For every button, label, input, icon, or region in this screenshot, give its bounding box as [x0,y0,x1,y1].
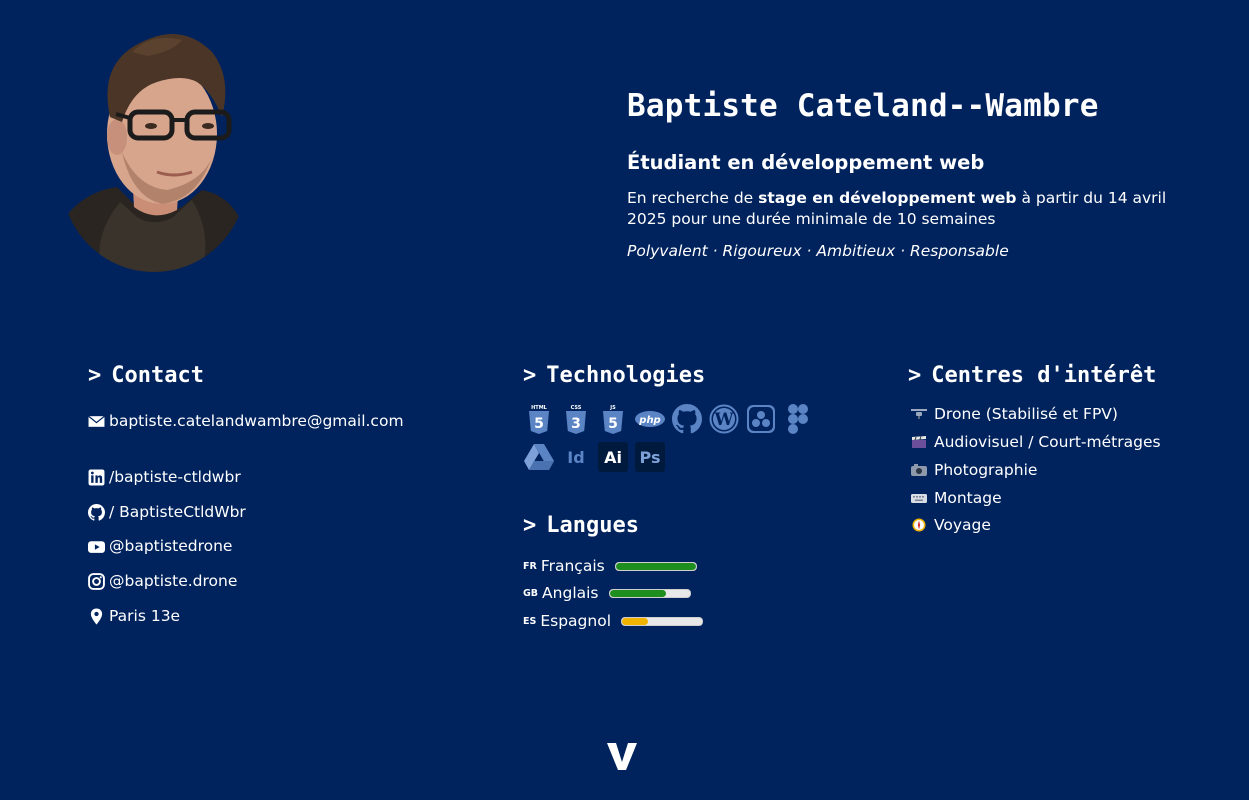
keyboard-icon [911,494,927,503]
interest-label: Montage [934,489,1002,507]
github-text[interactable]: / BaptisteCtldWbr [109,503,246,521]
svg-text:5: 5 [534,416,544,432]
contact-email[interactable]: baptiste.catelandwambre@gmail.com [88,412,404,430]
interest-item: Voyage [910,516,991,534]
figma-icon [782,403,814,435]
photoshop-icon: Ps [634,441,666,473]
contact-github[interactable]: / BaptisteCtldWbr [88,503,246,521]
svg-text:W: W [713,410,734,430]
proficiency-bar [614,561,697,571]
php-label: php [638,415,660,426]
github-icon [88,503,105,521]
languages-heading: > Langues [523,513,639,538]
interest-item: Audiovisuel / Court-métrages [910,433,1161,451]
wordpress-icon: W [708,403,740,435]
proficiency-fill [609,589,666,597]
photoshop-label: Ps [635,442,665,472]
linkedin-text[interactable]: /baptiste-ctldwbr [109,468,241,486]
illustrator-label: Ai [598,442,628,472]
indesign-icon: Id [560,441,592,473]
map-pin-icon [90,608,103,624]
interests-title: Centres d'intérêt [931,363,1157,388]
seeking-prefix: En recherche de [627,189,759,207]
compass-icon [912,518,926,532]
contact-linkedin[interactable]: /baptiste-ctldwbr [88,468,241,486]
js-label: JS [609,405,616,411]
language-english: GB Anglais [523,584,691,602]
prompt-symbol: > [908,363,922,388]
seeking-highlight: stage en développement web [758,189,1017,207]
davinci-resolve-icon [745,403,777,435]
html5-label: HTML [531,405,548,411]
proficiency-bar [608,588,691,598]
proficiency-fill [622,617,649,625]
profile-photo [62,34,246,272]
technologies-title: Technologies [546,363,706,388]
interest-label: Drone (Stabilisé et FPV) [934,405,1118,423]
svg-text:3: 3 [571,416,581,432]
linkedin-icon [88,469,105,485]
flag-gb-icon: GB [523,587,539,599]
language-name: Espagnol [540,612,612,630]
technologies-heading: > Technologies [523,363,705,388]
languages-title: Langues [546,513,639,538]
prompt-symbol: > [523,513,537,538]
language-name: Anglais [542,584,599,602]
contact-title: Contact [111,363,204,388]
svg-text:5: 5 [608,416,618,432]
proficiency-bar [621,616,704,626]
contact-youtube[interactable]: @baptistedrone [88,537,232,555]
camera-icon [911,464,927,476]
internship-search-text: En recherche de stage en développement w… [627,188,1167,230]
css3-label: CSS [571,405,582,411]
clapperboard-icon [912,436,926,448]
illustrator-icon: Ai [597,441,629,473]
job-title: Étudiant en développement web [627,151,985,174]
email-text[interactable]: baptiste.catelandwambre@gmail.com [109,412,404,430]
interest-label: Voyage [934,516,991,534]
css3-icon: CSS 3 [560,403,592,435]
interest-item: Photographie [910,461,1037,479]
intro-block: Baptiste Cateland--Wambre Étudiant en dé… [627,88,1187,260]
php-icon: php [634,403,666,435]
chevron-down-icon[interactable] [606,740,638,772]
full-name: Baptiste Cateland--Wambre [627,88,1099,124]
interest-label: Photographie [934,461,1038,479]
language-spanish: ES Espagnol [523,612,704,630]
html5-icon: HTML 5 [523,403,555,435]
indesign-label: Id [567,447,585,467]
prompt-symbol: > [523,363,537,388]
interests-heading: > Centres d'intérêt [908,363,1156,388]
contact-instagram[interactable]: @baptiste.drone [88,572,237,590]
location-text: Paris 13e [109,607,181,625]
google-drive-icon [523,441,555,473]
interest-item: Drone (Stabilisé et FPV) [910,405,1118,423]
language-name: Français [540,557,605,575]
technologies-grid: HTML 5 CSS 3 JS 5 php W Id Ai Ps [523,403,823,479]
contact-heading: > Contact [88,363,204,388]
youtube-text[interactable]: @baptistedrone [109,537,232,555]
envelope-icon [88,415,105,427]
language-french: FR Français [523,557,697,575]
proficiency-fill [615,562,696,570]
interest-item: Montage [910,489,1002,507]
drone-icon [911,409,927,419]
flag-es-icon: ES [523,615,537,627]
github-icon [671,403,703,435]
js-icon: JS 5 [597,403,629,435]
instagram-icon [88,572,105,590]
flag-fr-icon: FR [523,560,537,572]
qualities: Polyvalent · Rigoureux · Ambitieux · Res… [627,242,1009,260]
contact-location: Paris 13e [88,607,180,625]
prompt-symbol: > [88,363,102,388]
interest-label: Audiovisuel / Court-métrages [934,433,1161,451]
youtube-icon [88,540,105,553]
instagram-text[interactable]: @baptiste.drone [109,572,237,590]
